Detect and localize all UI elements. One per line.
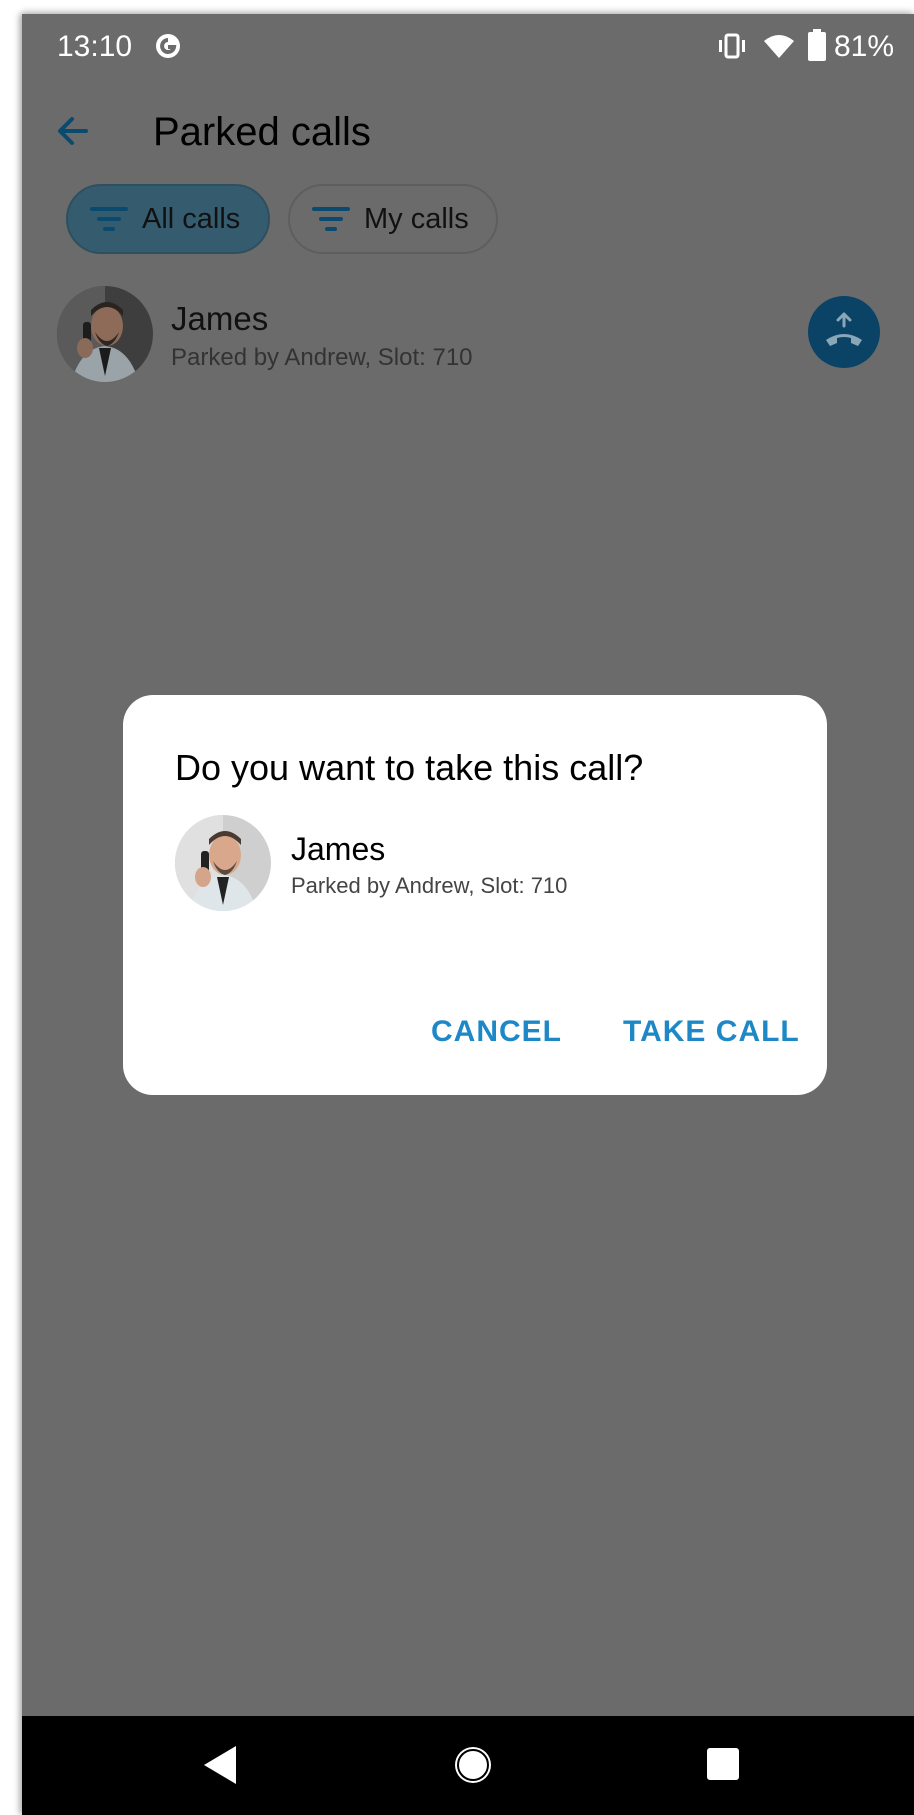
vibrate-icon bbox=[719, 33, 745, 59]
filter-icon bbox=[90, 207, 128, 231]
arrow-left-icon[interactable] bbox=[50, 108, 96, 154]
recents-square-icon[interactable] bbox=[705, 1746, 741, 1782]
caller-name: James bbox=[171, 300, 269, 337]
dialog-title: Do you want to take this call? bbox=[175, 747, 644, 788]
home-circle-icon[interactable] bbox=[452, 1744, 494, 1786]
battery-icon bbox=[808, 29, 826, 61]
parked-call-detail: Parked by Andrew, Slot: 710 bbox=[171, 344, 473, 371]
battery-percentage: 81% bbox=[834, 30, 895, 63]
filter-icon bbox=[312, 207, 350, 231]
take-call-confirm-button[interactable]: TAKE CALL bbox=[623, 1015, 800, 1049]
cancel-button[interactable]: CANCEL bbox=[431, 1015, 562, 1049]
status-time: 13:10 bbox=[57, 30, 133, 63]
take-call-dialog: Do you want to take this call? James Par… bbox=[123, 695, 827, 1095]
filter-chip-label: My calls bbox=[364, 202, 469, 235]
status-bar: 13:10 81% bbox=[22, 14, 914, 78]
system-nav-bar bbox=[22, 1716, 914, 1815]
take-call-button[interactable] bbox=[808, 296, 880, 368]
filter-chip-label: All calls bbox=[142, 202, 241, 235]
page-title: Parked calls bbox=[153, 110, 371, 154]
avatar bbox=[175, 815, 271, 911]
filter-chip-all-calls[interactable]: All calls bbox=[66, 184, 270, 254]
back-triangle-icon[interactable] bbox=[200, 1744, 240, 1786]
phone-screen: 13:10 81% Parked calls All calls My call… bbox=[22, 14, 914, 1815]
dialog-caller-name: James bbox=[291, 831, 386, 867]
dialog-parked-detail: Parked by Andrew, Slot: 710 bbox=[291, 873, 568, 898]
avatar bbox=[57, 286, 153, 382]
wifi-icon bbox=[764, 35, 794, 58]
parked-call-row[interactable]: James Parked by Andrew, Slot: 710 bbox=[22, 286, 914, 390]
take-call-icon bbox=[826, 312, 862, 346]
g-icon bbox=[156, 34, 180, 58]
filter-chip-my-calls[interactable]: My calls bbox=[288, 184, 498, 254]
